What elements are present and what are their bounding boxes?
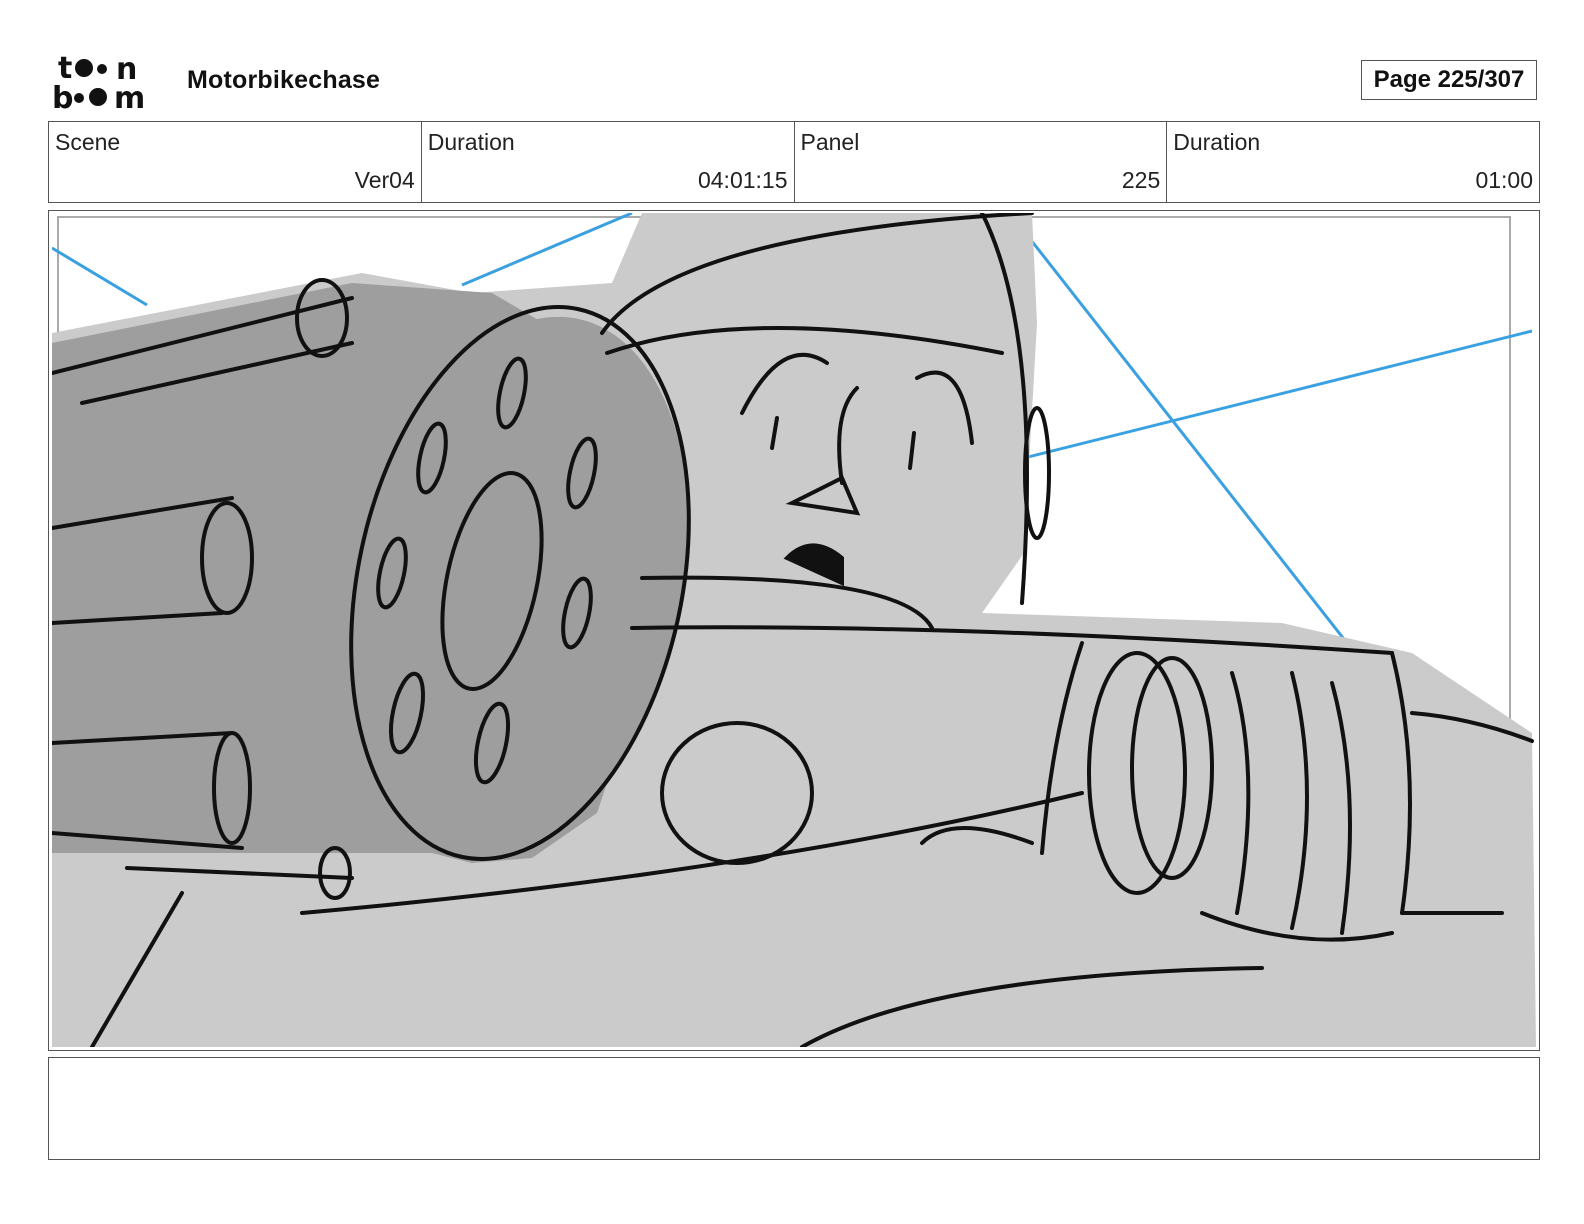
scene-duration-value: 04:01:15 — [697, 167, 788, 193]
svg-text:m: m — [114, 81, 145, 112]
panel-label: Panel — [800, 129, 860, 155]
panel-info-bar: Scene Ver04 Duration 04:01:15 Panel 225 … — [48, 121, 1540, 203]
panel-notes-box — [48, 1057, 1540, 1160]
scene-cell: Scene Ver04 — [49, 122, 422, 202]
project-title: Motorbikechase — [187, 66, 381, 94]
panel-duration-value: 01:00 — [1475, 167, 1533, 193]
scene-label: Scene — [55, 129, 121, 155]
panel-duration-cell: Duration 01:00 — [1167, 122, 1539, 202]
scene-duration-label: Duration — [427, 129, 515, 155]
scene-value: Ver04 — [354, 167, 415, 193]
panel-cell: Panel 225 — [795, 122, 1168, 202]
panel-duration-label: Duration — [1173, 129, 1261, 155]
toonboom-logo: t n b m — [52, 52, 145, 112]
panel-value: 225 — [1121, 167, 1161, 193]
storyboard-sketch — [52, 213, 1536, 1047]
page-counter: Page 225/307 — [1361, 60, 1537, 100]
svg-text:b: b — [52, 81, 73, 112]
scene-duration-cell: Duration 04:01:15 — [422, 122, 795, 202]
